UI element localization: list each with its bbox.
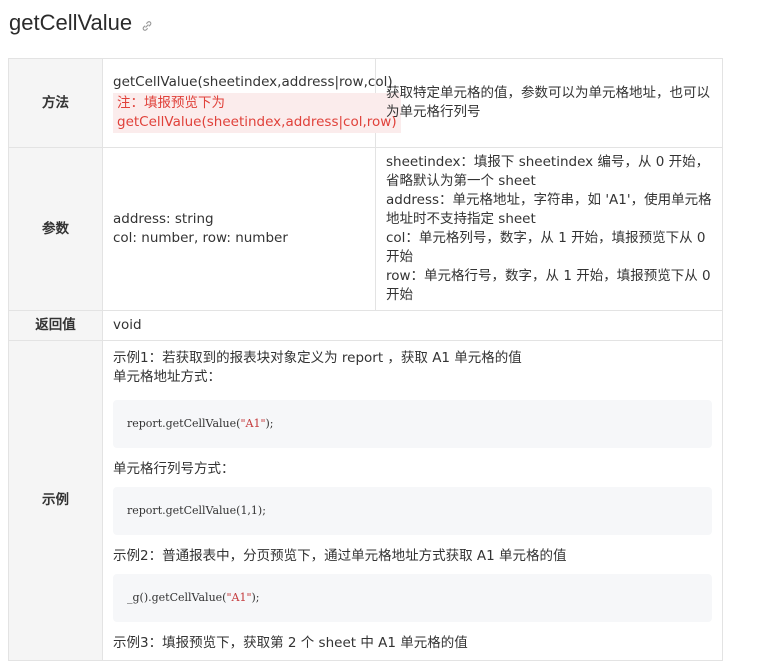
method-note: 注：填报预览下为 getCellValue(sheetindex,address… (113, 93, 401, 133)
params-header: 参数 (8, 147, 103, 311)
param-desc-sheetindex: sheetindex：填报下 sheetindex 编号，从 0 开始，省略默认… (386, 154, 710, 189)
example-row: 示例 示例1：若获取到的报表块对象定义为 report ，获取 A1 单元格的值… (8, 340, 723, 661)
method-signature-cell: getCellValue(sheetindex,address|row,col)… (102, 58, 401, 148)
return-header: 返回值 (8, 310, 103, 341)
return-row: 返回值 void (8, 310, 723, 341)
method-header: 方法 (8, 58, 103, 148)
param-desc-row: row：单元格行号，数字，从 1 开始，填报预览下从 0 开始 (386, 268, 711, 303)
example3-title: 示例3：填报预览下，获取第 2 个 sheet 中 A1 单元格的值 (113, 634, 468, 651)
method-description: 获取特定单元格的值，参数可以为单元格地址，也可以为单元格行列号 (375, 58, 723, 148)
example2-title: 示例2：普通报表中，分页预览下，通过单元格地址方式获取 A1 单元格的值 (113, 547, 567, 564)
example-cell: 示例1：若获取到的报表块对象定义为 report ，获取 A1 单元格的值 单元… (102, 340, 723, 661)
code-block-1: report.getCellValue("A1"); (113, 399, 712, 448)
code1-pre: report.getCellValue( (127, 417, 241, 430)
example1-title: 示例1：若获取到的报表块对象定义为 report ，获取 A1 单元格的值 (113, 349, 522, 366)
example1-sub1: 单元格地址方式： (113, 368, 221, 385)
code-block-2: report.getCellValue(1,1); (113, 486, 712, 535)
method-signature: getCellValue(sheetindex,address|row,col) (113, 74, 393, 90)
example1-sub2: 单元格行列号方式： (113, 460, 235, 477)
param-desc-address: address：单元格地址，字符串，如 'A1'，使用单元格地址时不支持指定 s… (386, 192, 712, 227)
params-row: 参数 address: string col: number, row: num… (8, 147, 723, 311)
code-block-3: _g().getCellValue("A1"); (113, 573, 712, 622)
example-header: 示例 (8, 340, 103, 661)
params-types-cell: address: string col: number, row: number (102, 147, 376, 311)
code1-string: "A1" (240, 417, 266, 430)
param-desc-col: col：单元格列号，数字，从 1 开始，填报预览下从 0 开始 (386, 230, 706, 265)
code2-text: report.getCellValue(1,1); (127, 504, 266, 517)
code1-post: ); (265, 417, 274, 430)
code3-post: ); (251, 591, 260, 604)
param-colrow-type: col: number, row: number (113, 230, 288, 246)
return-value: void (102, 310, 723, 341)
param-address-type: address: string (113, 211, 214, 227)
params-description-cell: sheetindex：填报下 sheetindex 编号，从 0 开始，省略默认… (375, 147, 723, 311)
heading: getCellValue (9, 10, 153, 36)
link-icon[interactable] (141, 20, 153, 32)
code3-string: "A1" (226, 591, 252, 604)
method-row: 方法 getCellValue(sheetindex,address|row,c… (8, 58, 723, 148)
page-title: getCellValue (9, 10, 133, 35)
api-table: 方法 getCellValue(sheetindex,address|row,c… (8, 58, 723, 661)
code3-pre: _g().getCellValue( (127, 591, 227, 604)
